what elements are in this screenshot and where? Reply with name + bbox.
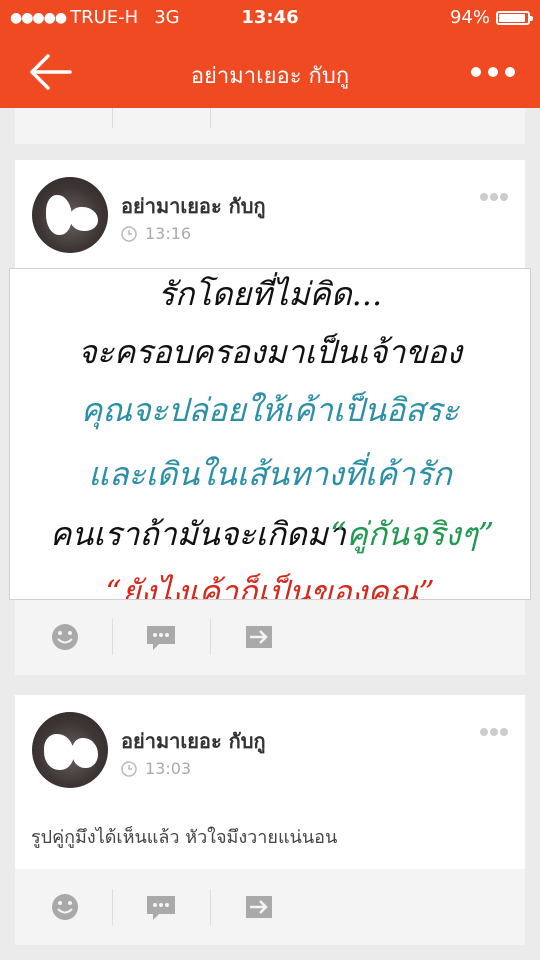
- more-dots-icon[interactable]: [479, 192, 509, 202]
- image-text-line: คนเราถ้ามันจะเกิดมา: [50, 515, 346, 553]
- post-author[interactable]: อย่ามาเยอะ กับกู: [121, 725, 266, 757]
- post-action-bar: [15, 108, 525, 144]
- avatar[interactable]: [32, 712, 108, 788]
- post-card: อย่ามาเยอะ กับกู 13:03 รูปคู่กูมึงได้เห็…: [15, 695, 525, 945]
- divider: [210, 889, 211, 925]
- battery-fill: [499, 13, 526, 22]
- page-title: อย่ามาเยอะ กับกู: [190, 64, 350, 89]
- image-text-line: “คู่กันจริงๆ”: [330, 515, 495, 553]
- battery-icon: [496, 10, 533, 25]
- divider: [112, 619, 113, 655]
- image-text-line: และเดินในเส้นทางที่เค้ารัก: [88, 455, 452, 493]
- battery-percent: 94%: [449, 7, 490, 28]
- avatar[interactable]: [32, 177, 108, 253]
- image-text-line: “ยังไงเค้าก็เป็นของคุณ”: [105, 573, 435, 600]
- comment-icon[interactable]: [141, 887, 181, 927]
- nav-bar: อย่ามาเยอะ กับกู: [0, 36, 540, 108]
- smiley-icon[interactable]: [45, 617, 85, 657]
- avatar-mark: [70, 207, 98, 231]
- clock-icon: [121, 760, 137, 777]
- post-text: รูปคู่กูมึงได้เห็นแล้ว หัวใจมึงวายแน่นอน: [31, 827, 338, 848]
- post-action-bar: [15, 869, 525, 945]
- share-icon[interactable]: [239, 617, 279, 657]
- divider: [210, 619, 211, 655]
- divider: [210, 108, 211, 128]
- post-timestamp: 13:03: [121, 759, 191, 778]
- image-text-line: จะครอบครองมาเป็นเจ้าของ: [77, 333, 463, 371]
- divider: [112, 108, 113, 128]
- avatar-mark: [44, 734, 74, 770]
- avatar-mark: [46, 195, 72, 235]
- post-time: 13:16: [145, 224, 192, 243]
- avatar-mark: [72, 738, 98, 768]
- image-text-line: รักโดยที่ไม่คิด...: [157, 275, 383, 313]
- post-image[interactable]: รักโดยที่ไม่คิด... จะครอบครองมาเป็นเจ้าข…: [9, 268, 531, 600]
- post-time: 13:03: [145, 759, 192, 778]
- battery-status: 94%: [449, 7, 533, 28]
- comment-icon[interactable]: [141, 617, 181, 657]
- share-icon[interactable]: [239, 887, 279, 927]
- post-action-bar: [15, 599, 525, 675]
- more-dots-icon[interactable]: [470, 60, 516, 84]
- clock-icon: [121, 225, 137, 242]
- status-bar: ●●●●● TRUE-H 3G 13:46 94%: [0, 0, 540, 36]
- image-text-line: คุณจะปล่อยให้เค้าเป็นอิสระ: [80, 391, 460, 429]
- smiley-icon[interactable]: [45, 887, 85, 927]
- post-timestamp: 13:16: [121, 224, 191, 243]
- post-author[interactable]: อย่ามาเยอะ กับกู: [121, 190, 266, 222]
- divider: [112, 889, 113, 925]
- previous-post-card: [15, 108, 525, 144]
- more-dots-icon[interactable]: [479, 727, 509, 737]
